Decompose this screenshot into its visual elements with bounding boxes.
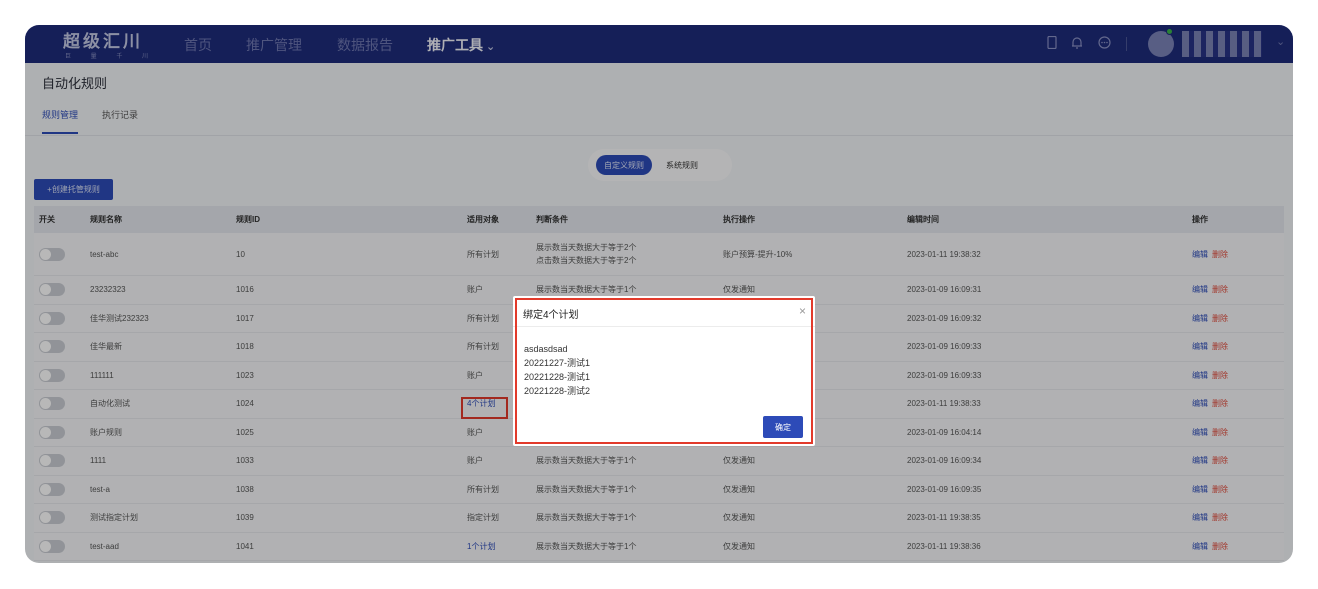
- modal-overlay[interactable]: [25, 25, 1293, 563]
- highlight-box: [515, 298, 813, 444]
- app-window: 超级汇川 巨 量 千 川 首页 推广管理 数据报告 推广工具 ⌄ ⌄ 自动化规则 …: [25, 25, 1293, 563]
